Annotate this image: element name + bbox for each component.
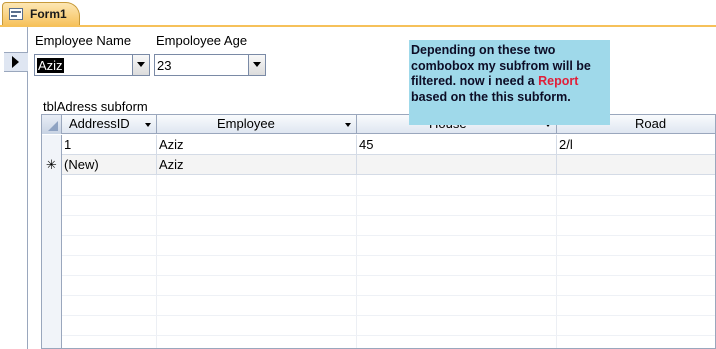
select-all-button[interactable] xyxy=(42,115,62,134)
subform-label: tblAdress subform xyxy=(43,99,148,114)
cell-road[interactable]: 2/l xyxy=(557,135,715,155)
annotation-note: Depending on these two combobox my subfr… xyxy=(409,40,610,125)
employee-name-value: Aziz xyxy=(37,58,64,73)
cell-employee[interactable]: Aziz xyxy=(157,155,357,175)
record-selector-bar xyxy=(4,27,28,349)
column-header-label: Employee xyxy=(217,116,275,131)
cell-house[interactable] xyxy=(357,155,557,175)
sort-filter-icon[interactable] xyxy=(145,123,151,127)
grid-line xyxy=(62,215,715,216)
cell-employee[interactable]: Aziz xyxy=(157,135,357,155)
employee-age-combobox[interactable]: 23 xyxy=(154,54,266,76)
tab-form1[interactable]: Form1 xyxy=(2,2,80,26)
empty-column xyxy=(62,175,157,348)
employee-name-label: Employee Name xyxy=(35,33,132,48)
sort-filter-icon[interactable] xyxy=(345,123,351,127)
note-highlight: Report xyxy=(538,74,579,88)
employee-age-value: 23 xyxy=(157,58,172,73)
empty-column xyxy=(357,175,557,348)
column-header-label: Road xyxy=(635,116,667,131)
column-header-label: AddressID xyxy=(69,116,130,131)
employee-age-label: Empoloyee Age xyxy=(156,33,248,48)
tab-label: Form1 xyxy=(30,7,67,21)
row-selector-column xyxy=(42,175,62,348)
employee-name-combobox[interactable]: Aziz xyxy=(34,54,150,76)
datasheet-header: AddressID Employee House Road xyxy=(42,115,715,134)
chevron-down-icon[interactable] xyxy=(248,55,265,75)
cell-addressid[interactable]: 1 xyxy=(62,135,157,155)
new-record-icon[interactable]: ✳ xyxy=(42,155,62,175)
tab-underline xyxy=(0,25,716,27)
cell-addressid[interactable]: (New) xyxy=(62,155,157,175)
note-text: filtered. now i need a xyxy=(411,74,539,88)
grid-line xyxy=(62,255,715,256)
current-record-arrow-icon xyxy=(12,56,19,68)
column-header-addressid[interactable]: AddressID xyxy=(62,115,157,134)
grid-line xyxy=(62,335,715,336)
cell-road[interactable] xyxy=(557,155,715,175)
chevron-down-icon[interactable] xyxy=(132,55,149,75)
column-header-employee[interactable]: Employee xyxy=(157,115,357,134)
address-subform-datasheet[interactable]: AddressID Employee House Road 1 Aziz 45 … xyxy=(41,114,716,349)
empty-column xyxy=(157,175,357,348)
grid-line xyxy=(62,315,715,316)
row-selector[interactable] xyxy=(42,135,62,155)
cell-house[interactable]: 45 xyxy=(357,135,557,155)
new-record-row[interactable]: ✳ (New) Aziz xyxy=(42,155,715,175)
grid-line xyxy=(62,195,715,196)
form-icon xyxy=(9,8,23,20)
note-line: filtered. now i need a Report xyxy=(411,74,608,90)
grid-line xyxy=(62,235,715,236)
grid-line xyxy=(62,295,715,296)
note-line: based on the this subform. xyxy=(411,89,571,104)
table-row[interactable]: 1 Aziz 45 2/l xyxy=(42,135,715,155)
document-tab-strip: Form1 xyxy=(0,0,716,27)
note-line: combobox my subfrom will be xyxy=(411,58,591,73)
grid-line xyxy=(62,275,715,276)
note-line: Depending on these two xyxy=(411,43,556,57)
